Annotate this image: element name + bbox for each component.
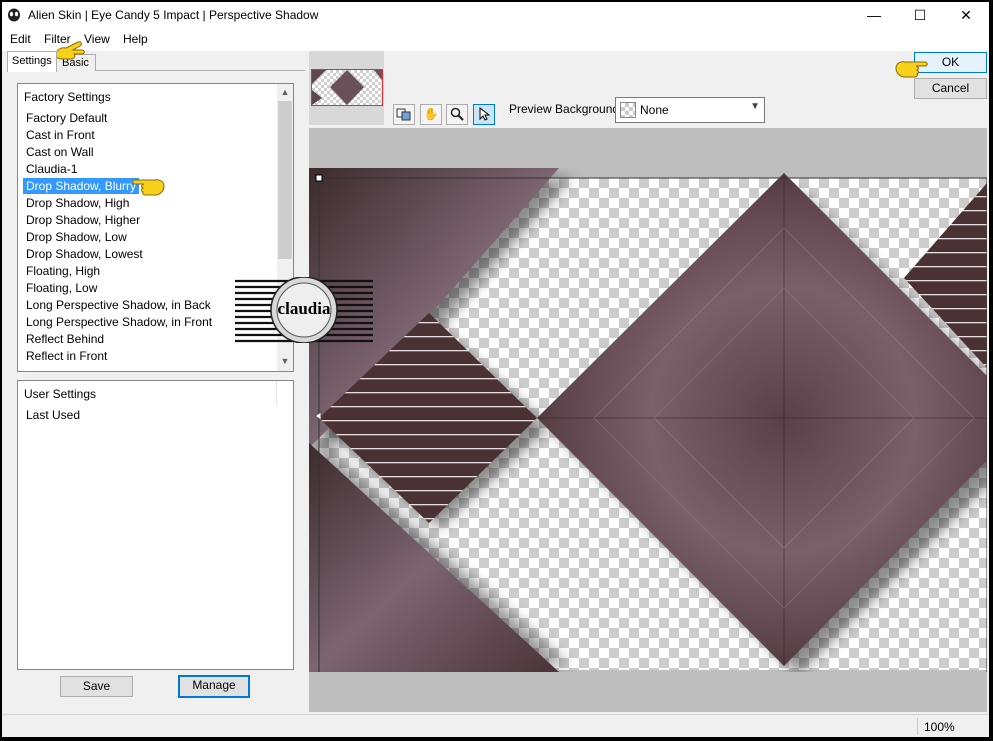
- transparency-swatch-icon: [620, 102, 636, 118]
- list-item-selected[interactable]: Drop Shadow, Blurry: [23, 178, 140, 194]
- user-settings-list[interactable]: User Settings Last Used: [17, 380, 294, 670]
- list-item[interactable]: Reflect in Front: [23, 348, 110, 364]
- watermark-text: claudia: [278, 299, 331, 318]
- close-button[interactable]: ✕: [943, 2, 989, 29]
- zoom-level: 100%: [924, 720, 955, 734]
- resize-handle[interactable]: [315, 174, 323, 182]
- zoom-icon[interactable]: [446, 104, 468, 125]
- hand-icon[interactable]: ✋: [420, 104, 442, 125]
- thumbnail-image: [312, 70, 382, 105]
- cancel-button[interactable]: Cancel: [914, 78, 987, 99]
- list-item[interactable]: Factory Default: [23, 110, 110, 126]
- preview-canvas[interactable]: [309, 168, 987, 672]
- pointer-icon[interactable]: [473, 104, 495, 125]
- save-button[interactable]: Save: [60, 676, 133, 697]
- tab-settings-label: Settings: [12, 55, 52, 67]
- navigator-thumbnail[interactable]: [311, 69, 383, 106]
- navigator-thumbnail-area: [309, 51, 384, 125]
- header-divider: [276, 381, 277, 405]
- title-bar: Alien Skin | Eye Candy 5 Impact | Perspe…: [2, 2, 989, 29]
- preview-background-label: Preview Background:: [509, 102, 623, 116]
- preview-background-value: None: [640, 103, 669, 117]
- scroll-up-icon[interactable]: ▲: [277, 84, 293, 100]
- minimize-button[interactable]: —: [851, 2, 897, 29]
- list-item[interactable]: Drop Shadow, Higher: [23, 212, 143, 228]
- claudia-watermark: claudia: [235, 276, 373, 344]
- status-bar: 100%: [2, 714, 989, 737]
- menu-edit[interactable]: Edit: [10, 32, 31, 46]
- status-divider: [917, 718, 918, 735]
- list-item[interactable]: Cast in Front: [23, 127, 98, 143]
- alien-skin-logo-icon: [8, 8, 20, 22]
- pointing-hand-icon: [55, 41, 85, 60]
- manage-button[interactable]: Manage: [178, 675, 250, 698]
- list-item[interactable]: Reflect Behind: [23, 331, 107, 347]
- list-item[interactable]: Claudia-1: [23, 161, 80, 177]
- list-item[interactable]: Long Perspective Shadow, in Front: [23, 314, 215, 330]
- list-item[interactable]: Last Used: [23, 407, 83, 423]
- scroll-thumb[interactable]: [278, 101, 292, 259]
- list-item[interactable]: Drop Shadow, High: [23, 195, 132, 211]
- list-item[interactable]: Cast on Wall: [23, 144, 97, 160]
- window-title: Alien Skin | Eye Candy 5 Impact | Perspe…: [28, 8, 319, 22]
- preview-area[interactable]: [309, 128, 987, 712]
- menu-bar: Edit Filter View Help: [2, 29, 989, 51]
- pointing-hand-icon: [132, 179, 165, 196]
- list-item[interactable]: Floating, High: [23, 263, 103, 279]
- eye-candy-window: Alien Skin | Eye Candy 5 Impact | Perspe…: [2, 2, 989, 737]
- menu-help[interactable]: Help: [123, 32, 148, 46]
- factory-settings-header: Factory Settings: [24, 90, 111, 104]
- list-item[interactable]: Long Perspective Shadow, in Back: [23, 297, 214, 313]
- tab-settings[interactable]: Settings: [7, 51, 57, 72]
- user-settings-header: User Settings: [24, 387, 97, 401]
- preview-background-select[interactable]: None ▼: [615, 97, 765, 123]
- pointing-hand-icon: [895, 61, 928, 78]
- maximize-button[interactable]: ☐: [897, 2, 943, 29]
- compare-icon[interactable]: [393, 104, 415, 125]
- list-item[interactable]: Drop Shadow, Low: [23, 229, 130, 245]
- settings-panel: Factory Settings Factory Default Cast in…: [7, 71, 305, 713]
- list-item[interactable]: Drop Shadow, Lowest: [23, 246, 146, 262]
- chevron-down-icon: ▼: [750, 101, 760, 112]
- list-item[interactable]: Floating, Low: [23, 280, 100, 296]
- scroll-down-icon[interactable]: ▼: [277, 353, 293, 369]
